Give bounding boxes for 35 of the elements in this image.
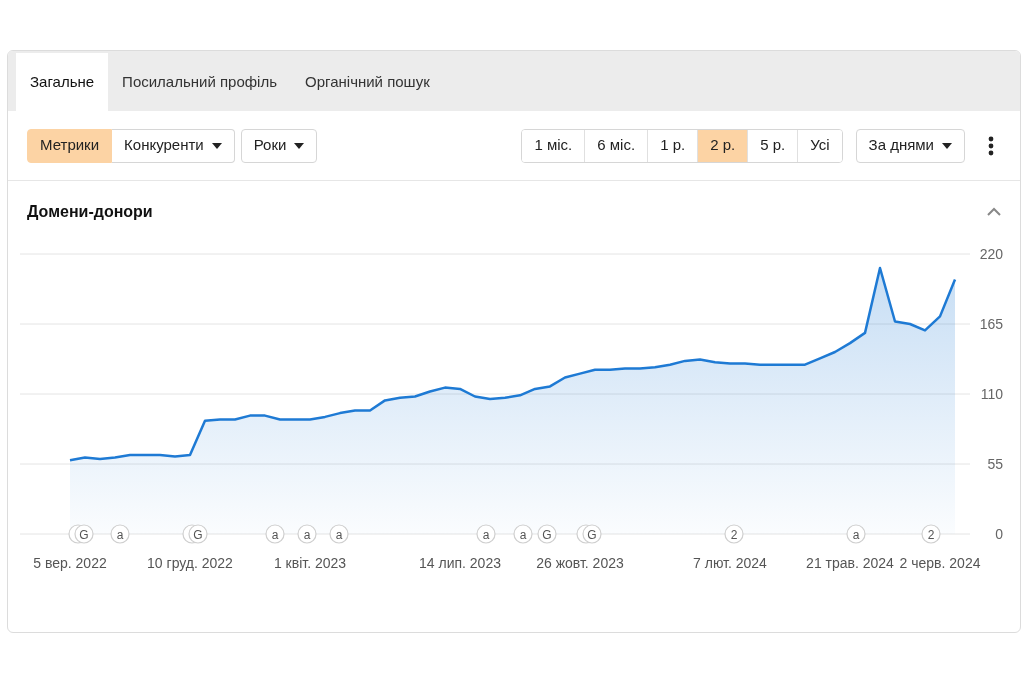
- event-marker[interactable]: a: [846, 524, 866, 544]
- x-axis-label: 7 лют. 2024: [693, 555, 767, 571]
- y-axis-label: 220: [979, 246, 1003, 262]
- caret-icon: [211, 142, 222, 149]
- event-marker[interactable]: a: [110, 524, 130, 544]
- competitors-dropdown[interactable]: Конкуренти: [112, 128, 235, 163]
- event-marker[interactable]: 2: [724, 524, 744, 544]
- x-axis-label: 14 лип. 2023: [419, 555, 501, 571]
- metrics-button[interactable]: Метрики: [27, 128, 113, 163]
- y-axis-label: 165: [979, 316, 1003, 332]
- caret-icon: [294, 142, 305, 149]
- event-marker[interactable]: a: [297, 524, 317, 544]
- event-marker[interactable]: a: [513, 524, 533, 544]
- y-axis-label: 110: [980, 386, 1003, 402]
- x-axis-label: 21 трав. 2024: [806, 555, 894, 571]
- x-axis-label: 5 вер. 2022: [33, 555, 107, 571]
- event-marker[interactable]: G: [537, 524, 557, 544]
- event-marker[interactable]: a: [329, 524, 349, 544]
- range-button[interactable]: 2 р.: [697, 129, 748, 162]
- x-axis-label: 2 черв. 2024: [899, 555, 981, 571]
- years-dropdown[interactable]: Роки: [240, 128, 318, 163]
- interval-dropdown[interactable]: За днями: [855, 128, 965, 163]
- x-axis-label: 1 квіт. 2023: [273, 555, 347, 571]
- x-axis-label: 10 груд. 2022: [147, 555, 233, 571]
- y-axis-label: 0: [995, 526, 1003, 542]
- x-axis-label: 26 жовт. 2023: [536, 555, 624, 571]
- tab[interactable]: Загальне: [16, 53, 109, 111]
- panel-title: Домени-донори: [27, 202, 153, 222]
- y-axis-label: 55: [987, 456, 1003, 472]
- event-marker[interactable]: a: [265, 524, 285, 544]
- collapse-chevron-icon[interactable]: [986, 207, 1002, 217]
- event-marker[interactable]: 2: [921, 524, 941, 544]
- range-button[interactable]: Усі: [797, 129, 842, 162]
- caret-icon: [942, 142, 952, 149]
- event-marker[interactable]: a: [476, 524, 496, 544]
